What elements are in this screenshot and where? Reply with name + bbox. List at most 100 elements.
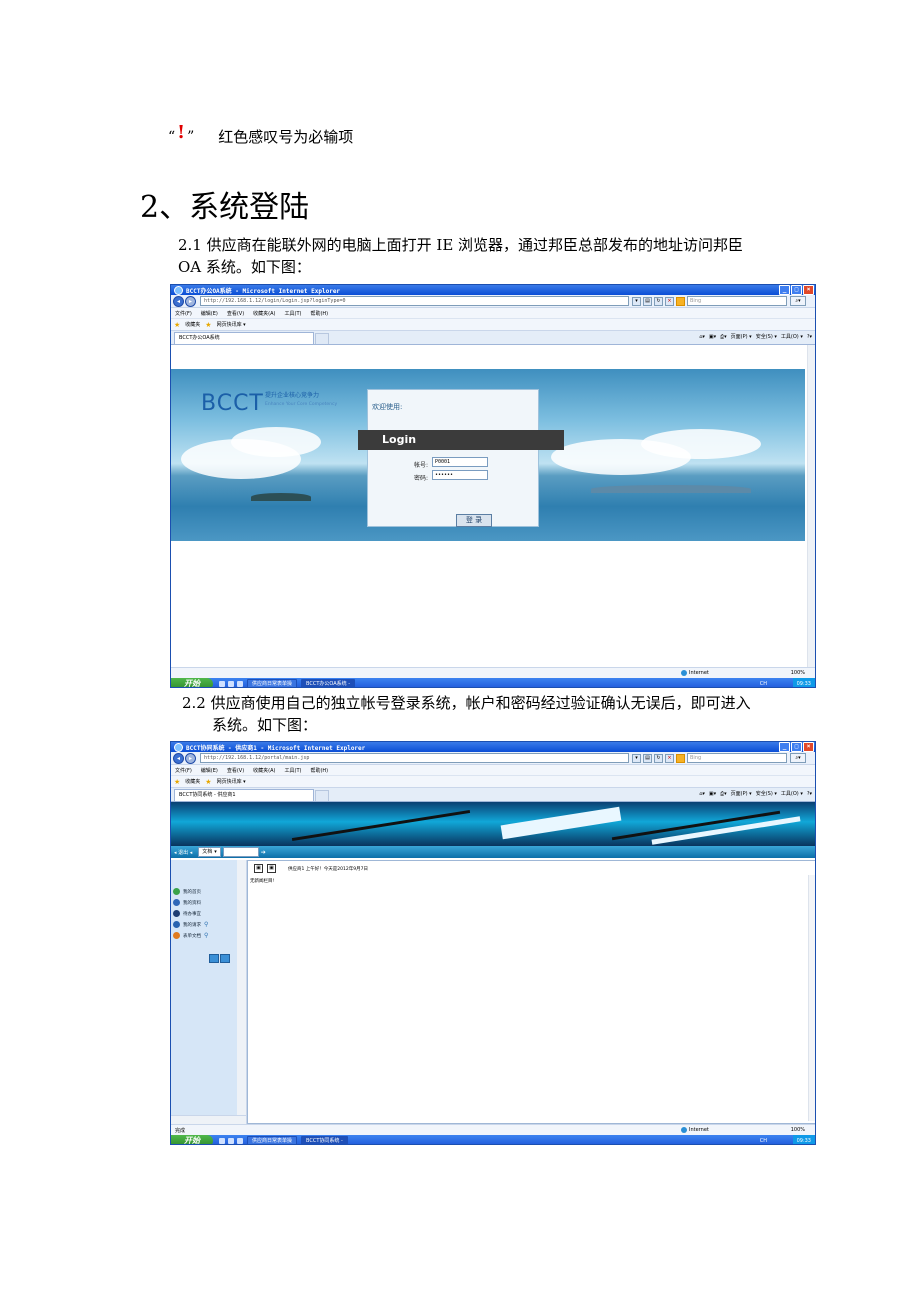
- search-icon[interactable]: ⌕▾: [790, 753, 806, 763]
- expand-icon[interactable]: ▣: [267, 864, 276, 873]
- tab-active[interactable]: BCCT协同系统 - 供应商1: [174, 789, 314, 801]
- dropdown-icon[interactable]: ▾: [632, 296, 641, 306]
- tools-menu[interactable]: 工具(O) ▾: [781, 333, 803, 340]
- feeds-icon[interactable]: ▣▾: [709, 791, 716, 797]
- minimize-button[interactable]: _: [779, 742, 790, 752]
- favorites-link[interactable]: 网页快讯库 ▾: [217, 778, 246, 785]
- horizontal-scrollbar[interactable]: [171, 1115, 246, 1124]
- sidebar-item-profile[interactable]: 我的资料: [173, 899, 201, 906]
- language-indicator[interactable]: CH: [760, 678, 767, 687]
- page-scrollbar[interactable]: [807, 345, 815, 667]
- maximize-button[interactable]: □: [791, 742, 802, 752]
- quick-launch-icon[interactable]: [219, 1138, 225, 1144]
- menu-favorites[interactable]: 收藏夹(A): [253, 310, 275, 317]
- safety-menu[interactable]: 安全(S) ▾: [756, 333, 777, 340]
- main-scrollbar[interactable]: [808, 875, 815, 1121]
- start-button[interactable]: 开始: [171, 1135, 213, 1144]
- forward-icon[interactable]: ▸: [185, 295, 196, 307]
- taskbar-task-doc[interactable]: 供应商日常表单操: [247, 678, 298, 687]
- add-favorite-icon[interactable]: ★: [205, 778, 211, 786]
- new-tab-button[interactable]: [315, 790, 329, 801]
- start-button[interactable]: 开始: [171, 678, 213, 687]
- quick-launch-icon[interactable]: [228, 681, 234, 687]
- tab-bar: BCCT协同系统 - 供应商1 ⌂▾ ▣▾ ⎙▾ 页面(P) ▾ 安全(S) ▾…: [171, 788, 815, 802]
- sidebar-item-home[interactable]: 我的首页: [173, 888, 201, 895]
- collapse-icon[interactable]: ▣: [254, 864, 263, 873]
- menu-view[interactable]: 查看(V): [227, 767, 244, 774]
- safety-menu[interactable]: 安全(S) ▾: [756, 790, 777, 797]
- menu-tools[interactable]: 工具(T): [285, 767, 302, 774]
- add-favorite-icon[interactable]: ★: [205, 321, 211, 329]
- zoom-level[interactable]: 100%: [791, 1127, 805, 1133]
- quick-launch-icon[interactable]: [219, 681, 225, 687]
- sidebar-item-requests[interactable]: 我的请求 ⚲: [173, 921, 208, 928]
- refresh-icon[interactable]: ↻: [654, 753, 663, 763]
- home-icon[interactable]: ⌂▾: [699, 791, 705, 797]
- stop-icon[interactable]: ×: [665, 296, 674, 306]
- tools-menu[interactable]: 工具(O) ▾: [781, 790, 803, 797]
- menu-file[interactable]: 文件(F): [175, 310, 192, 317]
- menu-help[interactable]: 帮助(H): [310, 767, 328, 774]
- grid-icon[interactable]: [220, 954, 230, 963]
- taskbar-task-ie[interactable]: BCCT办公OA系统 -: [301, 678, 356, 687]
- search-input[interactable]: Bing: [687, 753, 787, 763]
- taskbar-task-ie[interactable]: BCCT协同系统 -: [301, 1135, 348, 1144]
- maximize-button[interactable]: □: [791, 285, 802, 295]
- doc-type-select[interactable]: 文档 ▾: [198, 847, 221, 857]
- forward-icon[interactable]: ▸: [185, 752, 196, 764]
- oa-search-input[interactable]: [222, 847, 259, 857]
- edit-icon[interactable]: [209, 954, 219, 963]
- search-input[interactable]: Bing: [687, 296, 787, 306]
- help-icon[interactable]: ?▾: [807, 791, 812, 797]
- sidebar-scrollbar[interactable]: [237, 860, 247, 1124]
- favorites-button[interactable]: 收藏夹: [185, 778, 200, 785]
- new-tab-button[interactable]: [315, 333, 329, 344]
- feeds-icon[interactable]: ▣▾: [709, 334, 716, 340]
- menu-edit[interactable]: 编辑(E): [201, 767, 218, 774]
- dropdown-icon[interactable]: ▾: [632, 753, 641, 763]
- quick-launch-icon[interactable]: [228, 1138, 234, 1144]
- search-icon[interactable]: ⌕▾: [790, 296, 806, 306]
- logout-link[interactable]: ◂ 退出 ◂: [174, 849, 192, 856]
- sidebar-item-todo[interactable]: 待办事宜: [173, 910, 201, 917]
- back-icon[interactable]: ◂: [173, 295, 184, 307]
- minimize-button[interactable]: _: [779, 285, 790, 295]
- menu-view[interactable]: 查看(V): [227, 310, 244, 317]
- tab-active[interactable]: BCCT办公OA系统: [174, 332, 314, 344]
- zoom-level[interactable]: 100%: [791, 670, 805, 676]
- account-input[interactable]: P0001: [432, 457, 488, 467]
- menu-edit[interactable]: 编辑(E): [201, 310, 218, 317]
- language-indicator[interactable]: CH: [760, 1135, 767, 1144]
- url-input[interactable]: http://192.168.1.12/login/Login.jsp?logi…: [200, 296, 629, 306]
- favorites-button[interactable]: 收藏夹: [185, 321, 200, 328]
- help-icon[interactable]: ?▾: [807, 334, 812, 340]
- compat-icon[interactable]: ▤: [643, 753, 652, 763]
- close-button[interactable]: ×: [803, 742, 814, 752]
- close-button[interactable]: ×: [803, 285, 814, 295]
- print-icon[interactable]: ⎙▾: [720, 791, 727, 797]
- search-icon[interactable]: ⚲: [204, 932, 208, 939]
- page-menu[interactable]: 页面(P) ▾: [731, 790, 752, 797]
- url-input[interactable]: http://192.168.1.12/portal/main.jsp: [200, 753, 629, 763]
- back-icon[interactable]: ◂: [173, 752, 184, 764]
- menu-file[interactable]: 文件(F): [175, 767, 192, 774]
- login-button[interactable]: 登 录: [456, 514, 492, 527]
- taskbar-task-doc[interactable]: 供应商日常表单操: [247, 1135, 298, 1144]
- search-icon[interactable]: ⚲: [204, 921, 208, 928]
- page-menu[interactable]: 页面(P) ▾: [731, 333, 752, 340]
- menu-tools[interactable]: 工具(T): [285, 310, 302, 317]
- menu-favorites[interactable]: 收藏夹(A): [253, 767, 275, 774]
- favorites-link[interactable]: 网页快讯库 ▾: [217, 321, 246, 328]
- menu-help[interactable]: 帮助(H): [310, 310, 328, 317]
- go-arrow-icon[interactable]: ➔: [261, 849, 266, 856]
- sidebar-item-forms[interactable]: 表单文档 ⚲: [173, 932, 208, 939]
- home-icon[interactable]: ⌂▾: [699, 334, 705, 340]
- quick-launch-icon[interactable]: [237, 1138, 243, 1144]
- stop-icon[interactable]: ×: [665, 753, 674, 763]
- print-icon[interactable]: ⎙▾: [720, 334, 727, 340]
- command-bar: ⌂▾ ▣▾ ⎙▾ 页面(P) ▾ 安全(S) ▾ 工具(O) ▾ ?▾: [699, 790, 812, 798]
- quick-launch-icon[interactable]: [237, 681, 243, 687]
- password-input[interactable]: ••••••: [432, 470, 488, 480]
- refresh-icon[interactable]: ↻: [654, 296, 663, 306]
- compat-icon[interactable]: ▤: [643, 296, 652, 306]
